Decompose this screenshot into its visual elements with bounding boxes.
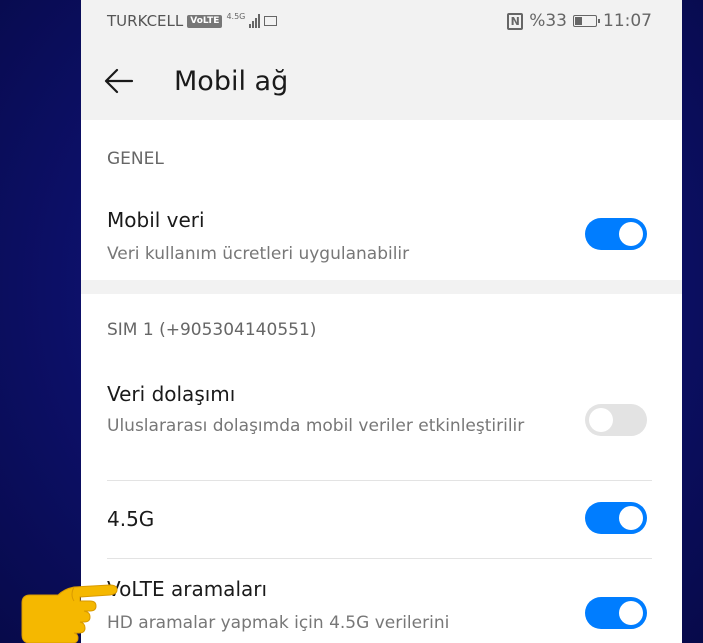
- page-title: Mobil ağ: [174, 66, 289, 97]
- general-section: GENEL Mobil veri Veri kullanım ücretleri…: [81, 120, 682, 280]
- volte-badge: VoLTE: [187, 14, 223, 28]
- nfc-icon: N: [507, 12, 524, 30]
- status-bar-right: N %33 11:07: [507, 11, 652, 31]
- clock: 11:07: [603, 11, 652, 31]
- data-roaming-subtitle: Uluslararası dolaşımda mobil veriler etk…: [107, 416, 525, 436]
- back-button[interactable]: [104, 68, 134, 94]
- status-bar: TURKCELL VoLTE 4.5G N %33 11:07: [81, 0, 682, 42]
- signal-icon: [249, 14, 261, 28]
- pointing-hand-icon: [21, 584, 118, 643]
- arrow-left-icon: [104, 68, 134, 94]
- app-bar: Mobil ağ: [81, 42, 682, 120]
- toggle-knob: [589, 408, 613, 432]
- data-roaming-title: Veri dolaşımı: [107, 382, 236, 406]
- network-type-label: 4.5G: [226, 11, 246, 21]
- section-header-sim1: SIM 1 (+905304140551): [107, 320, 317, 340]
- divider: [107, 480, 652, 481]
- mobile-data-title: Mobil veri: [107, 208, 205, 232]
- phone-screen: TURKCELL VoLTE 4.5G N %33 11:07 Mobil ağ…: [81, 0, 682, 643]
- sim1-section: SIM 1 (+905304140551) Veri dolaşımı Ulus…: [81, 294, 682, 643]
- status-bar-left: TURKCELL VoLTE 4.5G: [107, 11, 278, 30]
- section-header-general: GENEL: [107, 149, 164, 169]
- volte-toggle[interactable]: [585, 597, 647, 629]
- toggle-knob: [619, 601, 643, 625]
- carrier-label: TURKCELL: [107, 12, 184, 30]
- data-roaming-toggle[interactable]: [585, 404, 647, 436]
- toggle-knob: [619, 506, 643, 530]
- lte-toggle[interactable]: [585, 502, 647, 534]
- volte-title: VoLTE aramaları: [107, 577, 268, 601]
- mobile-data-subtitle: Veri kullanım ücretleri uygulanabilir: [107, 244, 410, 264]
- divider: [107, 558, 652, 559]
- mobile-data-toggle[interactable]: [585, 218, 647, 250]
- volte-subtitle: HD aramalar yapmak için 4.5G verilerini: [107, 613, 450, 633]
- battery-icon: [573, 15, 600, 27]
- battery-percent: %33: [529, 11, 567, 31]
- lte-title: 4.5G: [107, 507, 155, 531]
- message-icon: [264, 16, 278, 26]
- toggle-knob: [619, 222, 643, 246]
